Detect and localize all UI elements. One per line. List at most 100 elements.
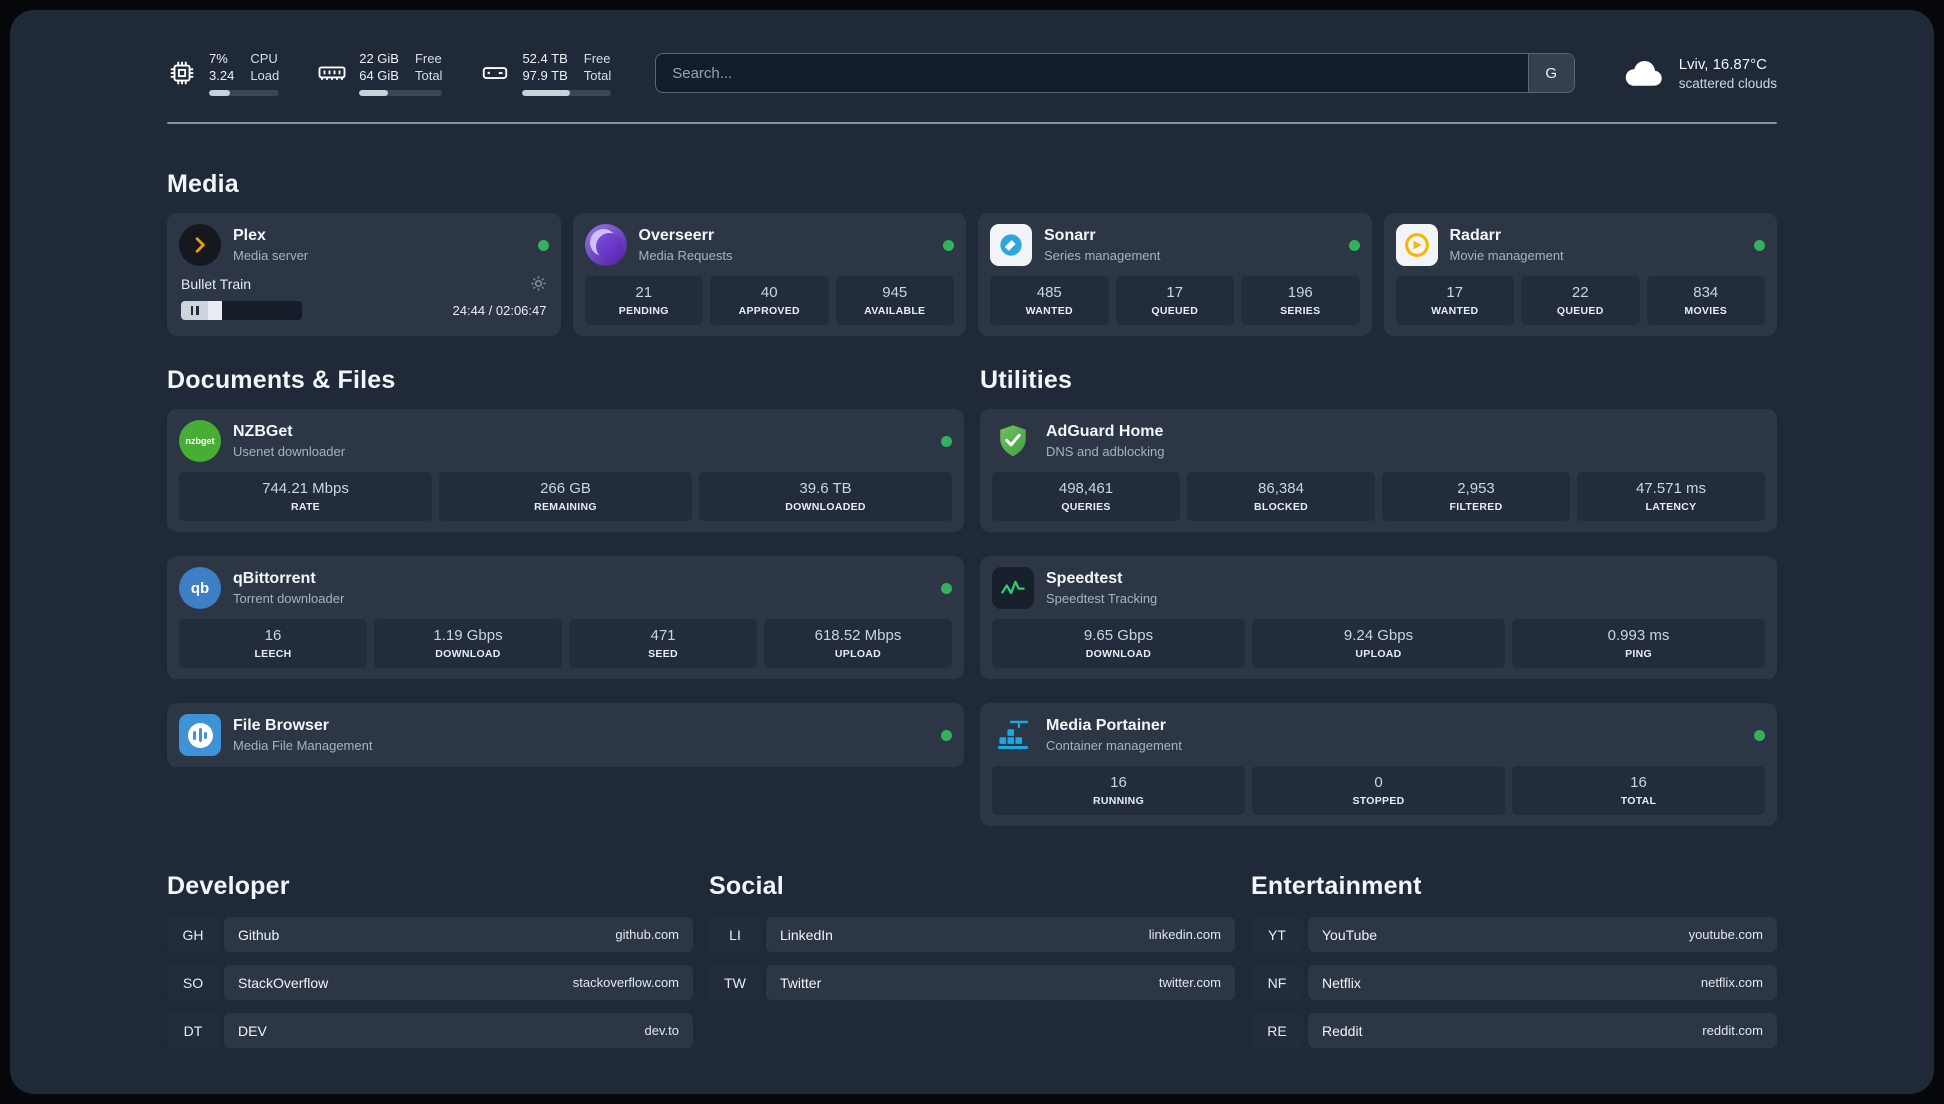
disk-widget: 52.4 TB 97.9 TB Free Total — [480, 50, 612, 96]
bookmark-stackoverflow[interactable]: SO StackOverflow stackoverflow.com — [167, 965, 693, 1000]
bookmark-github[interactable]: GH Github github.com — [167, 917, 693, 952]
stat-tile: 16 RUNNING — [992, 766, 1245, 815]
bookmark-bar: YouTube youtube.com — [1308, 917, 1777, 952]
pause-button[interactable] — [181, 301, 208, 320]
status-dot — [1754, 729, 1765, 741]
adguard-icon — [992, 420, 1034, 462]
stat-tile: 266 GB REMAINING — [439, 472, 692, 521]
service-name: Overseerr — [638, 227, 715, 244]
entertainment-section-title: Entertainment — [1251, 872, 1422, 900]
social-bookmark-rows: LI LinkedIn linkedin.com TW Twitter twit… — [709, 917, 1235, 1000]
service-subtitle: DNS and adblocking — [1046, 444, 1165, 459]
bookmark-name: YouTube — [1322, 926, 1378, 943]
stat-tile: 21 PENDING — [584, 276, 703, 325]
cpu-icon — [170, 61, 194, 85]
overseerr-stats: 21 PENDING 40 APPROVED 945 AVAILABLE — [584, 276, 954, 325]
gear-icon[interactable] — [530, 275, 547, 292]
social-section-title: Social — [709, 872, 784, 900]
stat-label: QUERIES — [1061, 501, 1111, 513]
stat-label: DOWNLOAD — [435, 648, 501, 660]
stat-value: 618.52 Mbps — [814, 627, 902, 644]
portainer-card[interactable]: Media Portainer Container management 16 … — [980, 703, 1777, 826]
nzbget-icon-text: nzbget — [185, 436, 215, 446]
nzbget-card[interactable]: nzbget NZBGet Usenet downloader 744.21 M… — [167, 409, 964, 532]
qbittorrent-card[interactable]: qb qBittorrent Torrent downloader 16 LEE… — [167, 556, 964, 679]
bookmark-abbr: YT — [1251, 917, 1303, 952]
stat-label: RATE — [290, 501, 320, 513]
stat-tile: 196 SERIES — [1241, 276, 1360, 325]
stat-label: PENDING — [618, 305, 669, 317]
weather-location: Lviv, 16.87°C — [1678, 55, 1767, 73]
bookmark-url: dev.to — [644, 1023, 679, 1038]
stat-value: 40 — [760, 284, 778, 301]
pause-icon — [196, 306, 199, 315]
stat-tile: 0.993 ms PING — [1512, 619, 1765, 668]
stat-label: LEECH — [254, 648, 292, 660]
plex-now-playing-row: Bullet Train — [179, 275, 549, 292]
playback-progress-bar[interactable] — [208, 301, 302, 320]
service-subtitle: Media server — [233, 248, 309, 263]
stat-tile: 834 MOVIES — [1646, 276, 1765, 325]
filebrowser-card[interactable]: File Browser Media File Management — [167, 703, 964, 767]
overseerr-meta: Overseerr Media Requests — [639, 227, 733, 263]
bookmark-netflix[interactable]: NF Netflix netflix.com — [1251, 965, 1777, 1000]
search-engine-button[interactable]: G — [1527, 54, 1574, 92]
stat-value: 1.19 Gbps — [433, 627, 503, 644]
cpu-labels: CPU Load — [250, 50, 279, 84]
filebrowser-card-header: File Browser Media File Management — [179, 714, 952, 756]
playback-time: 24:44 / 02:06:47 — [452, 303, 547, 318]
ram-progress-fill — [359, 90, 389, 96]
stat-label: UPLOAD — [834, 648, 882, 660]
bookmark-reddit[interactable]: RE Reddit reddit.com — [1251, 1013, 1777, 1048]
service-subtitle: Media File Management — [233, 738, 373, 753]
plex-card[interactable]: Plex Media server Bullet Train 24:44 / 0… — [167, 213, 561, 336]
plex-meta: Plex Media server — [233, 227, 308, 263]
bookmark-abbr: LI — [709, 917, 761, 952]
bookmark-bar: Reddit reddit.com — [1308, 1013, 1777, 1048]
stat-label: BLOCKED — [1253, 501, 1308, 513]
nzbget-stats: 744.21 Mbps RATE 266 GB REMAINING 39.6 T… — [179, 472, 952, 521]
bookmark-bar: Github github.com — [224, 917, 693, 952]
overseerr-card-header: Overseerr Media Requests — [584, 224, 954, 266]
speedtest-icon — [992, 567, 1034, 609]
service-subtitle: Movie management — [1449, 248, 1564, 263]
bookmark-name: LinkedIn — [780, 926, 833, 943]
stat-value: 17 — [1446, 284, 1464, 301]
search-input[interactable] — [656, 54, 1528, 92]
bookmark-twitter[interactable]: TW Twitter twitter.com — [709, 965, 1235, 1000]
speedtest-card[interactable]: Speedtest Speedtest Tracking 9.65 Gbps D… — [980, 556, 1777, 679]
disk-rows: 52.4 TB 97.9 TB Free Total — [522, 50, 611, 84]
stat-label: QUEUED — [1151, 305, 1199, 317]
cpu-percent: 7% — [209, 51, 228, 66]
stat-label: SEED — [648, 648, 678, 660]
bookmark-url: youtube.com — [1688, 927, 1763, 942]
sonarr-card[interactable]: Sonarr Series management 485 WANTED 17 Q… — [978, 213, 1372, 336]
bookmark-dev[interactable]: DT DEV dev.to — [167, 1013, 693, 1048]
qbittorrent-meta: qBittorrent Torrent downloader — [233, 570, 344, 606]
stat-tile: 39.6 TB DOWNLOADED — [699, 472, 952, 521]
stat-value: 16 — [264, 627, 282, 644]
service-name: NZBGet — [233, 423, 293, 440]
overseerr-card[interactable]: Overseerr Media Requests 21 PENDING 40 A… — [572, 213, 966, 336]
stat-tile: 9.65 Gbps DOWNLOAD — [992, 619, 1245, 668]
service-subtitle: Usenet downloader — [233, 444, 346, 459]
service-subtitle: Media Requests — [638, 248, 733, 263]
stat-tile: 17 QUEUED — [1115, 276, 1234, 325]
disk-labels: Free Total — [584, 50, 611, 84]
stat-value: 0.993 ms — [1607, 627, 1670, 644]
adguard-meta: AdGuard Home DNS and adblocking — [1046, 423, 1165, 459]
cpu-load-label: Load — [250, 68, 280, 83]
ram-total-value: 64 GiB — [359, 68, 399, 83]
bookmark-linkedin[interactable]: LI LinkedIn linkedin.com — [709, 917, 1235, 952]
stat-tile: 618.52 Mbps UPLOAD — [764, 619, 952, 668]
stat-label: FILTERED — [1449, 501, 1503, 513]
bookmark-youtube[interactable]: YT YouTube youtube.com — [1251, 917, 1777, 952]
stat-label: PING — [1625, 648, 1652, 660]
stat-tile: 17 WANTED — [1395, 276, 1514, 325]
stat-value: 485 — [1036, 284, 1062, 301]
bookmark-name: DEV — [238, 1022, 267, 1039]
radarr-card[interactable]: Radarr Movie management 17 WANTED 22 QUE… — [1383, 213, 1777, 336]
bookmark-abbr: TW — [709, 965, 761, 1000]
adguard-card[interactable]: AdGuard Home DNS and adblocking 498,461 … — [980, 409, 1777, 532]
stat-label: APPROVED — [738, 305, 800, 317]
